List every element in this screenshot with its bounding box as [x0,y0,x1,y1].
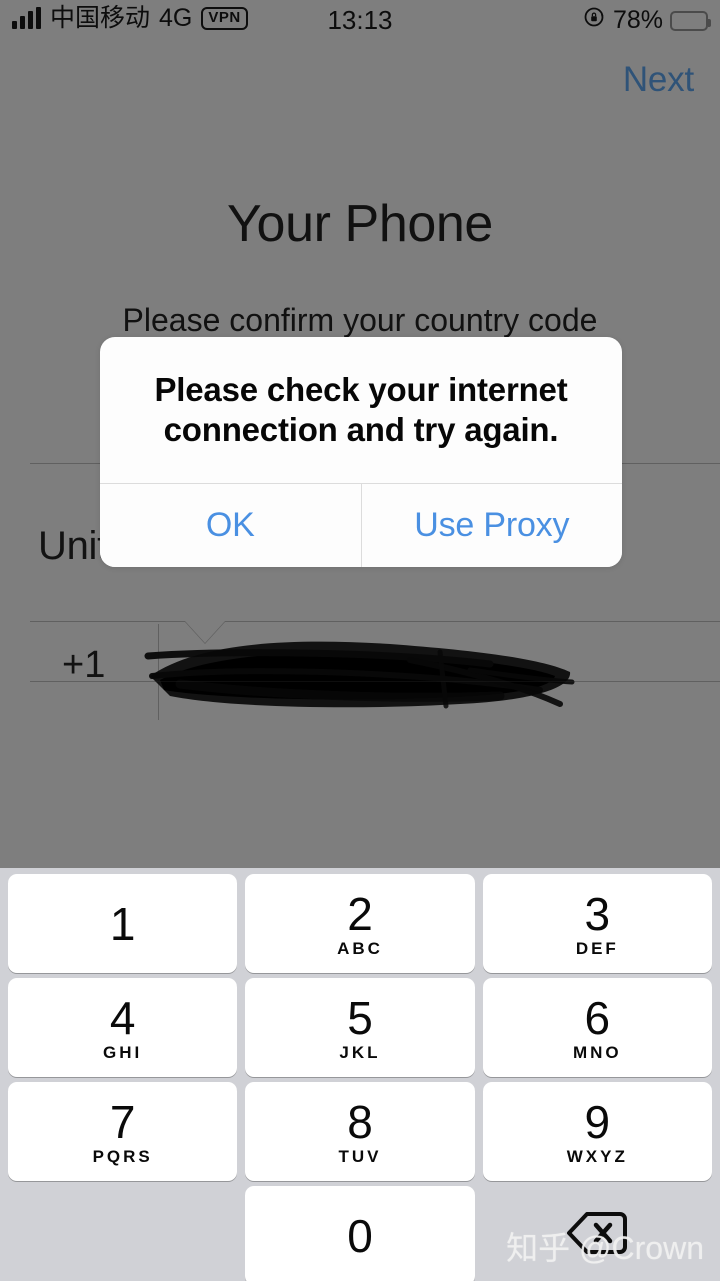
keypad-row: 7 PQRS 8 TUV 9 WXYZ [8,1082,712,1181]
key-letters: PQRS [92,1146,153,1166]
key-6[interactable]: 6 MNO [482,978,712,1077]
key-letters: MNO [572,1042,622,1062]
phone-screen: 中国移动 4G VPN 13:13 78% Next Your Phone Pl… [0,0,720,1281]
key-1[interactable]: 1 [8,874,238,973]
key-5[interactable]: 5 JKL [245,978,475,1077]
alert-button-row: OK Use Proxy [100,483,622,567]
key-digit: 9 [584,1095,611,1148]
key-7[interactable]: 7 PQRS [8,1082,238,1181]
form-divider-bottom [30,681,720,682]
phone-number-input[interactable] [140,624,580,718]
keypad-spacer [8,1186,237,1281]
key-9[interactable]: 9 WXYZ [482,1082,712,1181]
watermark: 知乎 @Crown [506,1230,704,1266]
key-digit: 3 [584,887,611,940]
key-letters: GHI [103,1042,143,1062]
key-8[interactable]: 8 TUV [245,1082,475,1181]
next-button[interactable]: Next [623,60,694,100]
alert-message-container: Please check your internet connection an… [100,337,622,483]
numeric-keypad: 1 2 ABC 3 DEF 4 GHI 5 JKL 6 MNO 7 PQRS 8… [0,868,720,1281]
key-letters: JKL [339,1042,381,1062]
battery-icon [670,10,711,31]
keypad-row: 4 GHI 5 JKL 6 MNO [8,978,712,1077]
key-digit: 8 [347,1095,373,1148]
key-digit: 4 [109,991,136,1044]
form-divider-middle [30,621,720,622]
alert-use-proxy-button[interactable]: Use Proxy [361,484,622,567]
alert-ok-button[interactable]: OK [100,484,362,567]
alert-message: Please check your internet connection an… [154,371,568,448]
status-bar-right: 78% [582,5,711,36]
page-title: Your Phone [227,195,493,253]
key-letters: ABC [337,938,383,958]
page-subtitle: Please confirm your country code [122,302,598,338]
network-error-alert: Please check your internet connection an… [100,337,622,567]
key-2[interactable]: 2 ABC [245,874,475,973]
battery-percent-label: 78% [612,6,663,34]
key-letters: WXYZ [566,1146,628,1166]
rotation-lock-icon [582,5,606,36]
key-digit: 5 [347,991,373,1044]
key-letters: TUV [338,1146,382,1166]
key-0[interactable]: 0 [245,1186,475,1281]
key-4[interactable]: 4 GHI [8,978,238,1077]
key-digit: 0 [347,1209,373,1262]
key-3[interactable]: 3 DEF [482,874,712,973]
key-digit: 6 [584,991,611,1044]
key-digit: 2 [347,887,373,940]
key-digit: 7 [109,1095,136,1148]
key-digit: 1 [109,897,136,950]
keypad-row: 1 2 ABC 3 DEF [8,874,712,973]
status-bar: 中国移动 4G VPN 13:13 78% [0,0,720,46]
key-letters: DEF [575,938,619,958]
